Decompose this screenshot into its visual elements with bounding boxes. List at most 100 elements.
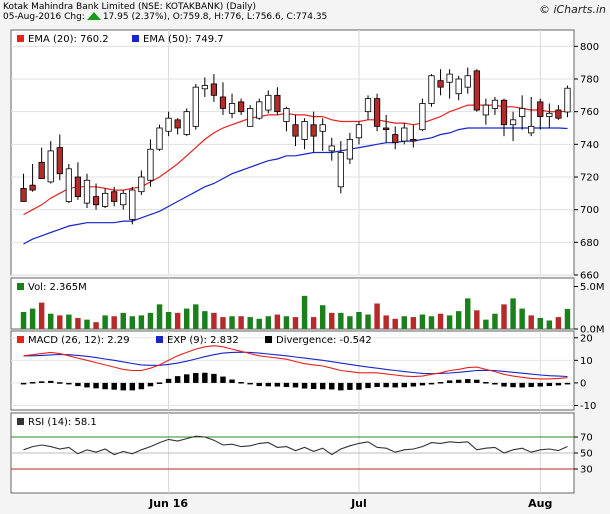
volume-bar — [410, 317, 417, 329]
volume-bar — [365, 314, 371, 329]
volume-bar — [247, 317, 253, 329]
volume-bar — [138, 315, 145, 329]
candle-body — [147, 148, 154, 181]
volume-bar — [211, 312, 217, 329]
candle-body — [219, 96, 227, 109]
divergence-bar — [401, 382, 408, 388]
candle-body — [392, 134, 399, 144]
divergence-bar — [93, 382, 99, 389]
price-tick-label: 680 — [580, 238, 599, 249]
candle-body — [174, 119, 181, 129]
price-tick-label: 700 — [580, 205, 599, 216]
volume-bar — [446, 315, 453, 329]
volume-legend-label-0: Vol: 2.365M — [28, 282, 87, 293]
divergence-bar — [383, 382, 389, 388]
divergence-bar — [347, 382, 353, 390]
x-axis-label: Jul — [350, 497, 367, 510]
divergence-bar — [165, 378, 172, 383]
divergence-bar — [274, 382, 281, 387]
candle-body — [283, 108, 290, 122]
candle-body — [482, 104, 489, 116]
divergence-bar — [329, 382, 335, 390]
price-tick-label: 660 — [580, 271, 599, 282]
candle-body — [74, 176, 82, 198]
volume-bar — [465, 298, 471, 329]
panel-frame-0 — [10, 29, 575, 276]
volume-bar — [193, 304, 199, 329]
divergence-bar — [319, 382, 326, 390]
volume-bar — [564, 308, 571, 329]
divergence-bar — [283, 382, 290, 387]
candle-body — [292, 124, 299, 137]
divergence-bar — [183, 374, 190, 383]
candle-body — [564, 87, 571, 113]
volume-bar — [20, 312, 27, 329]
volume-bar — [102, 315, 108, 329]
macd-tick-label: 20 — [580, 333, 593, 344]
volume-bar — [111, 316, 117, 329]
divergence-bar — [202, 372, 208, 383]
divergence-bar — [48, 380, 54, 383]
candle-body — [256, 101, 263, 119]
volume-bar — [256, 318, 262, 329]
candle-body — [537, 101, 544, 117]
macd-legend-swatch-0 — [17, 336, 24, 343]
divergence-bar — [510, 382, 516, 388]
candle-body — [528, 125, 535, 134]
candle-body — [328, 145, 335, 152]
volume-bar — [301, 295, 308, 329]
candle-body — [455, 78, 462, 95]
volume-bar — [283, 316, 290, 329]
volume-bar — [501, 304, 507, 329]
volume-bar — [401, 316, 408, 329]
divergence-bar — [29, 382, 36, 384]
candle-body — [156, 127, 163, 150]
candle-body — [102, 192, 109, 207]
x-axis-label: Aug — [528, 497, 552, 510]
volume-bar — [38, 302, 45, 329]
candle-body — [464, 75, 471, 88]
volume-bar — [120, 312, 126, 329]
candle-body — [346, 139, 354, 160]
stock-chart: 660680700720740760780800EMA (20): 760.2 E… — [10, 29, 605, 510]
volume-bar — [310, 317, 317, 329]
volume-bar — [392, 318, 398, 329]
volume-bar — [437, 313, 444, 329]
candle-body — [183, 111, 190, 135]
candle-body — [210, 83, 218, 96]
candle-body — [364, 98, 372, 113]
divergence-bar — [57, 382, 63, 384]
divergence-bar — [338, 382, 344, 391]
candle-body — [237, 101, 245, 113]
volume-bar — [57, 315, 63, 329]
candle-body — [509, 119, 517, 126]
volume-bar — [383, 315, 389, 329]
candle-body — [165, 117, 172, 132]
candle-body — [310, 124, 317, 137]
divergence-bar — [455, 379, 462, 383]
volume-bar — [528, 315, 534, 329]
price-legend-label-0: EMA (20): 760.2 — [28, 34, 109, 45]
divergence-bar — [519, 382, 525, 388]
candle-body — [428, 75, 435, 104]
candle-body — [446, 73, 453, 83]
candle-body — [138, 176, 145, 193]
volume-bar — [546, 320, 553, 329]
volume-bar — [202, 311, 208, 329]
volume-bar — [419, 314, 426, 329]
volume-bar — [519, 308, 525, 329]
divergence-bar — [256, 382, 262, 387]
candle-body — [83, 179, 91, 204]
volume-bar — [48, 313, 54, 329]
price-tick-label: 740 — [580, 140, 599, 151]
divergence-bar — [247, 382, 253, 385]
price-tick-label: 800 — [580, 42, 599, 53]
candle-body — [519, 108, 526, 117]
candle-body — [20, 188, 27, 202]
divergence-bar — [292, 382, 299, 388]
volume-bar — [75, 317, 81, 329]
volume-bar — [183, 308, 190, 329]
divergence-bar — [147, 382, 154, 387]
divergence-bar — [465, 379, 471, 383]
volume-bar — [510, 298, 516, 329]
